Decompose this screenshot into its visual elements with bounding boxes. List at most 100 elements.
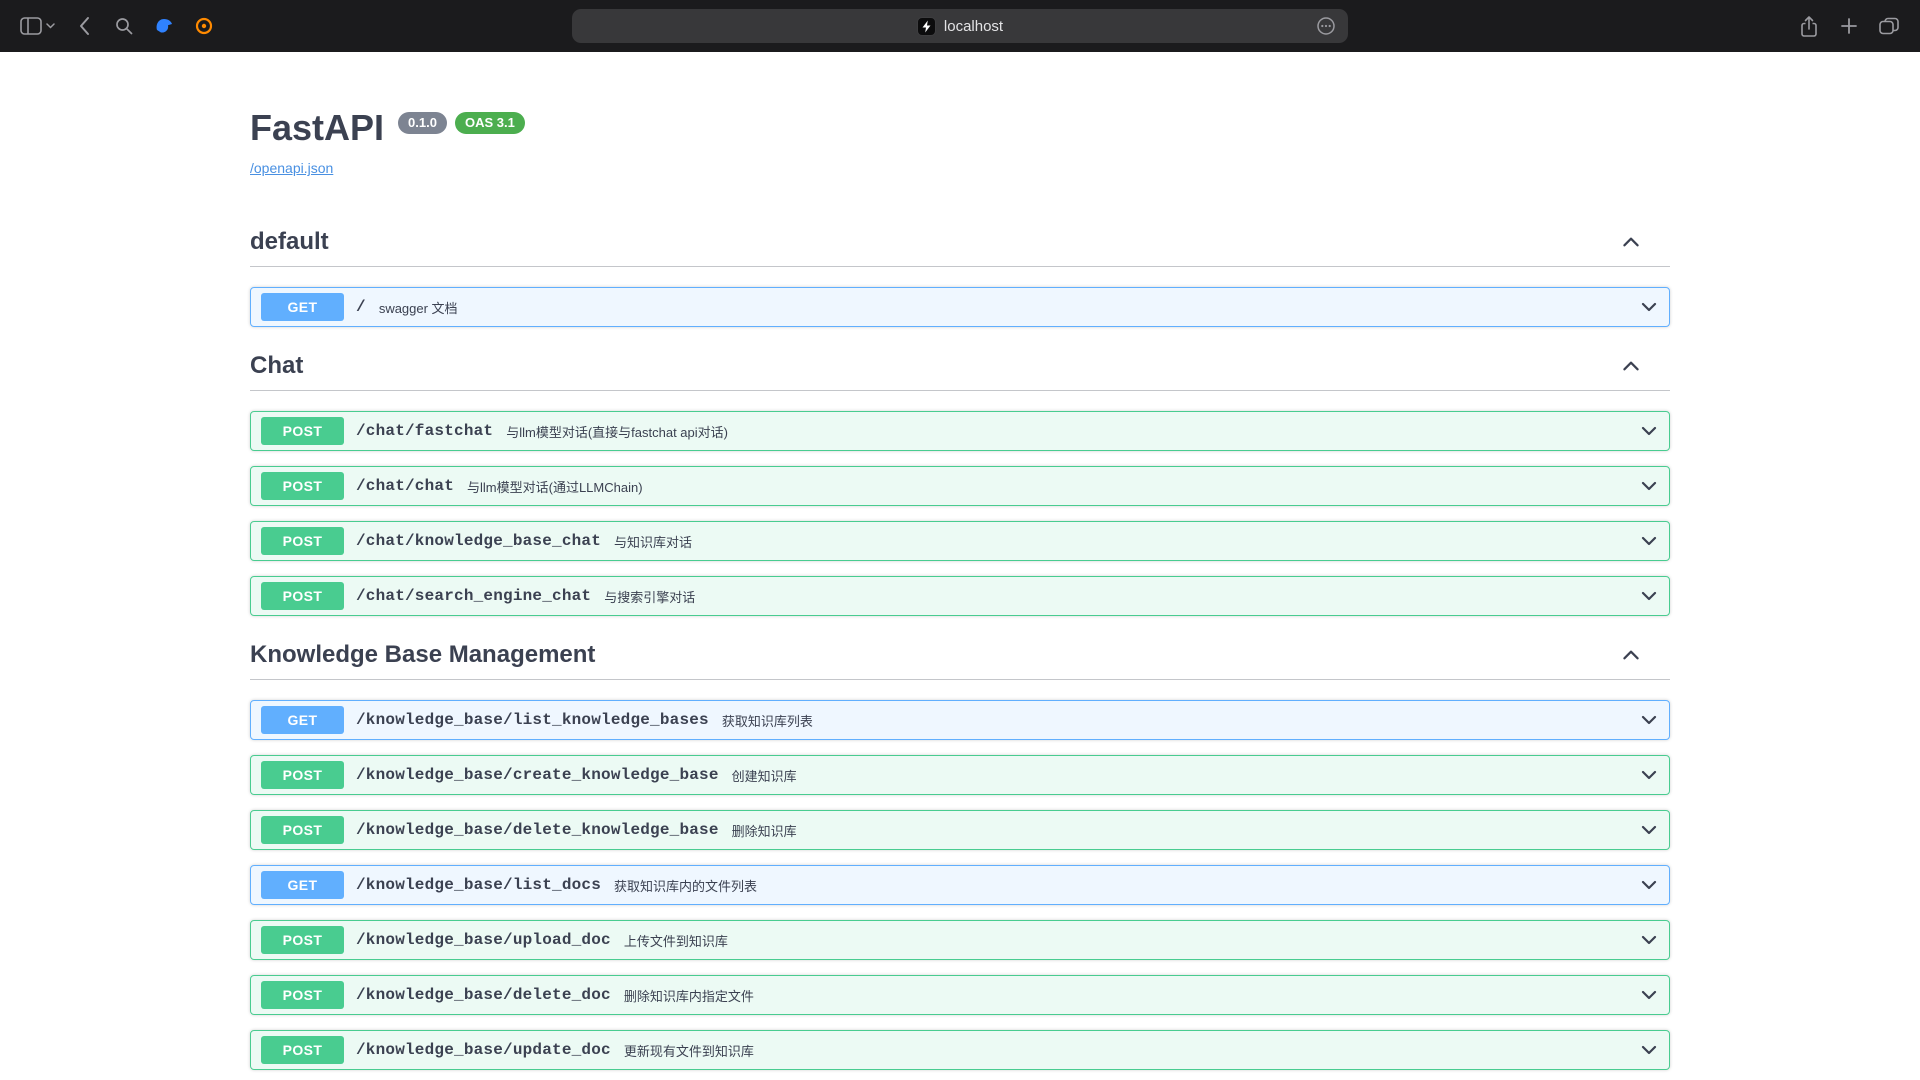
endpoint-description: 上传文件到知识库 [624, 931, 1629, 950]
endpoint-description: 删除知识库内指定文件 [624, 986, 1629, 1005]
endpoint-row[interactable]: GET /knowledge_base/list_docs 获取知识库内的文件列… [250, 865, 1670, 905]
page-options-button[interactable] [1316, 16, 1336, 36]
endpoint-description: 创建知识库 [732, 766, 1629, 785]
share-button[interactable] [1794, 9, 1824, 43]
search-icon [114, 16, 134, 36]
endpoint-path: /knowledge_base/update_doc [356, 1041, 611, 1059]
site-favicon [917, 17, 936, 36]
endpoint-row[interactable]: GET /knowledge_base/list_knowledge_bases… [250, 700, 1670, 740]
page-title: FastAPI [250, 106, 384, 150]
chevron-down-icon[interactable] [1639, 930, 1659, 950]
chevron-down-icon[interactable] [1639, 531, 1659, 551]
method-badge: POST [261, 582, 344, 610]
share-icon [1799, 15, 1819, 38]
endpoint-row[interactable]: POST /chat/knowledge_base_chat 与知识库对话 [250, 521, 1670, 561]
api-info: FastAPI 0.1.0 OAS 3.1 /openapi.json [250, 52, 1670, 178]
endpoint-path: /knowledge_base/upload_doc [356, 931, 611, 949]
sidebar-toggle-button[interactable] [16, 9, 59, 43]
chevron-down-icon[interactable] [1639, 1040, 1659, 1060]
chevron-down-icon [46, 23, 55, 29]
endpoint-path: /chat/knowledge_base_chat [356, 532, 601, 550]
endpoint-description: 获取知识库列表 [722, 711, 1629, 730]
endpoint-description: 与搜索引擎对话 [604, 587, 1629, 606]
chevron-down-icon[interactable] [1639, 586, 1659, 606]
endpoint-path: /knowledge_base/create_knowledge_base [356, 766, 719, 784]
sidebar-icon [20, 17, 42, 35]
new-tab-button[interactable] [1834, 9, 1864, 43]
endpoint-path: /knowledge_base/list_docs [356, 876, 601, 894]
endpoint-path: /chat/search_engine_chat [356, 587, 591, 605]
section-default: default GET / swagger 文档 [250, 218, 1670, 327]
chevron-down-icon[interactable] [1639, 820, 1659, 840]
endpoint-path: /knowledge_base/list_knowledge_bases [356, 711, 709, 729]
method-badge: POST [261, 761, 344, 789]
back-icon [78, 16, 90, 36]
api-sections: default GET / swagger 文档 Chat POST [250, 218, 1670, 1080]
section-header-default[interactable]: default [250, 218, 1670, 267]
endpoint-description: 与llm模型对话(通过LLMChain) [467, 477, 1629, 496]
swagger-page: FastAPI 0.1.0 OAS 3.1 /openapi.json defa… [0, 52, 1920, 1080]
section-knowledge-base-management: Knowledge Base Management GET /knowledge… [250, 631, 1670, 1080]
version-badge: 0.1.0 [398, 112, 447, 134]
search-button[interactable] [109, 9, 139, 43]
address-bar[interactable]: localhost [572, 9, 1348, 43]
chevron-up-icon[interactable] [1620, 231, 1642, 253]
chevron-down-icon[interactable] [1639, 710, 1659, 730]
chevron-down-icon[interactable] [1639, 765, 1659, 785]
extension-orange-icon [194, 16, 214, 36]
tab-overview-icon [1878, 16, 1900, 36]
endpoint-description: 更新现有文件到知识库 [624, 1041, 1629, 1060]
method-badge: POST [261, 472, 344, 500]
endpoint-row[interactable]: POST /knowledge_base/delete_doc 删除知识库内指定… [250, 975, 1670, 1015]
tab-overview-button[interactable] [1874, 9, 1904, 43]
section-title: Chat [250, 352, 303, 380]
endpoint-row[interactable]: POST /chat/chat 与llm模型对话(通过LLMChain) [250, 466, 1670, 506]
chevron-up-icon[interactable] [1620, 355, 1642, 377]
endpoint-row[interactable]: POST /knowledge_base/upload_doc 上传文件到知识库 [250, 920, 1670, 960]
chevron-down-icon[interactable] [1639, 476, 1659, 496]
method-badge: POST [261, 417, 344, 445]
section-header-knowledge-base-management[interactable]: Knowledge Base Management [250, 631, 1670, 680]
section-title: Knowledge Base Management [250, 641, 595, 669]
section-title: default [250, 228, 329, 256]
endpoint-path: /chat/chat [356, 477, 454, 495]
ellipsis-circle-icon [1316, 16, 1336, 36]
oas-badge: OAS 3.1 [455, 112, 525, 134]
url-text: localhost [944, 18, 1003, 35]
endpoint-description: 删除知识库 [732, 821, 1629, 840]
method-badge: GET [261, 293, 344, 321]
method-badge: POST [261, 527, 344, 555]
method-badge: POST [261, 816, 344, 844]
openapi-spec-link[interactable]: /openapi.json [250, 160, 333, 176]
toolbar-left-group [16, 9, 219, 43]
method-badge: POST [261, 981, 344, 1009]
endpoint-path: /knowledge_base/delete_knowledge_base [356, 821, 719, 839]
endpoint-path: / [356, 298, 366, 316]
method-badge: GET [261, 706, 344, 734]
chevron-down-icon[interactable] [1639, 421, 1659, 441]
back-button[interactable] [69, 9, 99, 43]
chevron-down-icon[interactable] [1639, 985, 1659, 1005]
extension-orange-button[interactable] [189, 9, 219, 43]
chevron-down-icon[interactable] [1639, 875, 1659, 895]
endpoint-path: /chat/fastchat [356, 422, 493, 440]
endpoint-row[interactable]: POST /chat/fastchat 与llm模型对话(直接与fastchat… [250, 411, 1670, 451]
section-header-chat[interactable]: Chat [250, 342, 1670, 391]
section-chat: Chat POST /chat/fastchat 与llm模型对话(直接与fas… [250, 342, 1670, 616]
endpoint-row[interactable]: GET / swagger 文档 [250, 287, 1670, 327]
chevron-down-icon[interactable] [1639, 297, 1659, 317]
extension-blue-button[interactable] [149, 9, 179, 43]
endpoint-description: 获取知识库内的文件列表 [614, 876, 1629, 895]
endpoint-row[interactable]: POST /knowledge_base/delete_knowledge_ba… [250, 810, 1670, 850]
method-badge: POST [261, 926, 344, 954]
method-badge: POST [261, 1036, 344, 1064]
endpoint-description: swagger 文档 [379, 298, 1629, 317]
endpoint-row[interactable]: POST /knowledge_base/update_doc 更新现有文件到知… [250, 1030, 1670, 1070]
endpoint-description: 与llm模型对话(直接与fastchat api对话) [506, 422, 1629, 441]
endpoint-description: 与知识库对话 [614, 532, 1629, 551]
method-badge: GET [261, 871, 344, 899]
extension-blue-icon [154, 16, 174, 36]
endpoint-row[interactable]: POST /knowledge_base/create_knowledge_ba… [250, 755, 1670, 795]
endpoint-row[interactable]: POST /chat/search_engine_chat 与搜索引擎对话 [250, 576, 1670, 616]
chevron-up-icon[interactable] [1620, 644, 1642, 666]
